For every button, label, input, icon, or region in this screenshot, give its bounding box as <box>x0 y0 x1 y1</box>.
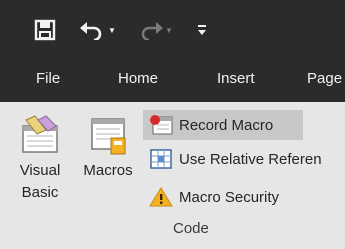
macro-security-button[interactable]: Macro Security <box>143 182 308 212</box>
warning-icon <box>149 187 173 207</box>
ribbon-code-group: Visual Basic Macros Record Macro Use Rel… <box>0 102 345 249</box>
tab-page[interactable]: Page <box>307 70 342 87</box>
save-icon <box>34 19 56 41</box>
tab-file[interactable]: File <box>36 70 60 87</box>
redo-button[interactable]: ▼ <box>136 12 176 48</box>
record-macro-label: Record Macro <box>179 116 274 134</box>
macros-button[interactable]: Macros <box>78 114 138 182</box>
macros-label: Macros <box>83 162 133 179</box>
visual-basic-label: Visual Basic <box>19 162 61 201</box>
undo-dropdown-icon[interactable]: ▼ <box>108 26 116 35</box>
undo-icon <box>80 22 102 40</box>
redo-dropdown-icon[interactable]: ▼ <box>165 26 173 35</box>
macro-security-label: Macro Security <box>179 188 280 206</box>
macros-icon <box>91 118 126 155</box>
customize-qat-button[interactable] <box>192 12 212 48</box>
undo-button[interactable]: ▼ <box>78 12 118 48</box>
quick-access-toolbar: ▼ ▼ <box>0 0 345 58</box>
tab-home[interactable]: Home <box>118 70 158 87</box>
record-macro-icon <box>150 115 173 135</box>
record-macro-button[interactable]: Record Macro <box>143 110 303 140</box>
visual-basic-button[interactable]: Visual Basic <box>14 114 66 204</box>
tab-insert[interactable]: Insert <box>217 70 255 87</box>
use-relative-references-button[interactable]: Use Relative Referen <box>143 144 345 174</box>
ribbon-tabs: File Home Insert Page <box>0 58 345 102</box>
visual-basic-icon <box>22 115 58 153</box>
relative-references-icon <box>150 149 172 169</box>
code-group-label: Code <box>173 220 209 237</box>
customize-qat-icon <box>198 25 206 35</box>
use-relative-references-label: Use Relative Referen <box>179 150 322 168</box>
save-button[interactable] <box>30 12 60 48</box>
redo-icon <box>141 22 164 40</box>
